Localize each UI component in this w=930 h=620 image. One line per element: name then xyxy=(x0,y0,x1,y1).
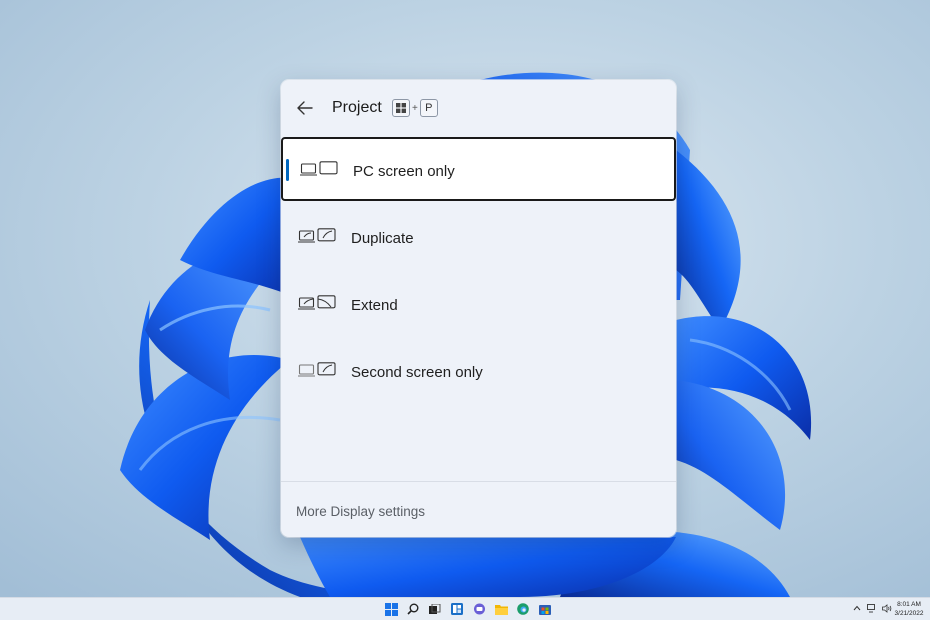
shortcut-plus: + xyxy=(412,102,418,114)
extend-icon xyxy=(298,295,336,310)
clock-time: 8:01 AM xyxy=(897,601,921,608)
system-tray xyxy=(852,602,892,614)
edge-icon[interactable] xyxy=(515,601,531,617)
widgets-icon[interactable] xyxy=(449,601,465,617)
footer-divider xyxy=(281,481,676,482)
option-label: Second screen only xyxy=(351,364,483,381)
pc-screen-only-icon xyxy=(300,161,338,176)
duplicate-icon xyxy=(298,228,336,243)
option-extend[interactable]: Extend xyxy=(281,273,676,337)
start-icon[interactable] xyxy=(383,601,399,617)
store-icon[interactable] xyxy=(537,601,553,617)
keyboard-shortcut: + P xyxy=(392,99,438,117)
selection-indicator xyxy=(286,159,289,181)
search-icon[interactable] xyxy=(405,601,421,617)
task-view-icon[interactable] xyxy=(427,601,443,617)
second-screen-only-icon xyxy=(298,362,336,377)
option-label: Duplicate xyxy=(351,230,414,247)
option-second-screen-only[interactable]: Second screen only xyxy=(281,340,676,404)
more-display-settings-link[interactable]: More Display settings xyxy=(296,504,425,519)
clock[interactable]: 8:01 AM 3/21/2022 xyxy=(890,600,928,618)
chevron-up-icon[interactable] xyxy=(852,602,862,614)
option-pc-screen-only[interactable]: PC screen only xyxy=(281,137,676,201)
option-label: PC screen only xyxy=(353,163,455,180)
back-arrow-icon xyxy=(297,101,313,115)
network-icon[interactable] xyxy=(867,602,877,614)
chat-icon[interactable] xyxy=(471,601,487,617)
windows-logo-icon xyxy=(396,103,406,113)
flyout-title: Project xyxy=(332,99,382,116)
taskbar: 8:01 AM 3/21/2022 xyxy=(0,597,930,620)
back-button[interactable] xyxy=(291,94,319,122)
project-flyout: Project + P PC screen only Duplicate Ext… xyxy=(281,80,676,537)
option-label: Extend xyxy=(351,297,398,314)
option-duplicate[interactable]: Duplicate xyxy=(281,206,676,270)
taskbar-apps xyxy=(383,601,553,617)
flyout-header: Project + P xyxy=(281,80,676,136)
windows-key xyxy=(392,99,410,117)
p-key: P xyxy=(419,99,438,117)
file-explorer-icon[interactable] xyxy=(493,601,509,617)
clock-date: 3/21/2022 xyxy=(894,610,924,617)
